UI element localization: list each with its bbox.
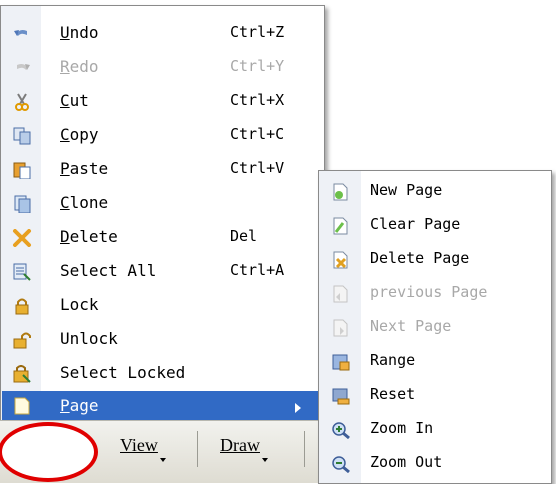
paste-rest: aste [69, 159, 109, 178]
menu-item-label: Redo [60, 57, 99, 76]
menu-item-clone[interactable]: Clone [2, 187, 323, 221]
menu-item-label: Copy [60, 125, 99, 144]
draw-menu-button[interactable]: Draw [220, 435, 268, 465]
previous-page-icon [333, 285, 348, 303]
undo-icon [14, 30, 27, 36]
clone-rest: lone [69, 193, 109, 212]
shortcut-label: Ctrl+V [230, 159, 285, 177]
reset-icon [332, 388, 350, 405]
shortcut-label: Ctrl+Z [230, 23, 285, 41]
submenu-item-next-page[interactable]: Next Page [320, 311, 550, 345]
select-locked-icon [13, 365, 31, 383]
menu-item-delete[interactable]: Delete Del [2, 221, 323, 255]
menu-item-label: Lock [60, 295, 99, 314]
menu-item-label: Undo [60, 23, 99, 42]
submenu-item-label: Delete Page [370, 249, 470, 267]
redo-icon [17, 64, 30, 70]
popup-menu: Undo Ctrl+Z Redo Ctrl+Y Cut Ctrl+X Copy … [0, 5, 325, 422]
dropdown-arrow-icon [261, 458, 268, 462]
submenu-item-label: Zoom In [370, 419, 434, 437]
menu-item-label: Select Locked [60, 363, 186, 382]
delete-page-icon [333, 251, 348, 269]
copy-rest: opy [69, 125, 99, 144]
redo-rest: edo [69, 57, 99, 76]
submenu-item-label: Range [370, 351, 416, 369]
draw-label: Draw [220, 435, 260, 455]
clone-icon [14, 195, 31, 213]
zoom-in-icon [332, 422, 350, 439]
menu-item-label: Unlock [60, 329, 118, 348]
menu-item-unlock[interactable]: Unlock [2, 323, 323, 357]
range-icon [332, 354, 350, 371]
next-page-icon [333, 319, 348, 337]
cut-rest: ut [69, 91, 89, 110]
shortcut-label: Ctrl+A [230, 261, 285, 279]
submenu-item-delete-page[interactable]: Delete Page [320, 243, 550, 277]
menu-item-label: Clone [60, 193, 109, 212]
page-icon [14, 397, 30, 415]
submenu-item-label: previous Page [370, 283, 488, 301]
submenu-item-clear-page[interactable]: Clear Page [320, 209, 550, 243]
new-page-icon [333, 183, 348, 201]
menu-item-lock[interactable]: Lock [2, 289, 323, 323]
menu-item-cut[interactable]: Cut Ctrl+X [2, 85, 323, 119]
delete-rest: elete [69, 227, 118, 246]
menu-item-label: Select All [60, 261, 157, 280]
submenu-item-previous-page[interactable]: previous Page [320, 277, 550, 311]
menu-item-undo[interactable]: Undo Ctrl+Z [2, 17, 323, 51]
menu-item-select-all[interactable]: Select All Ctrl+A [2, 255, 323, 289]
unlock-icon [13, 332, 31, 349]
submenu-item-zoom-in[interactable]: Zoom In [320, 413, 550, 447]
submenu-item-reset[interactable]: Reset [320, 379, 550, 413]
shortcut-label: Ctrl+Y [230, 57, 285, 75]
clear-page-icon [333, 217, 348, 235]
menu-item-label: Page [60, 396, 99, 415]
view-label: View [120, 435, 158, 455]
submenu-arrow-icon [295, 403, 301, 413]
shortcut-label: Ctrl+X [230, 91, 285, 109]
page-submenu: New Page Clear Page Delete Page previous… [318, 170, 552, 484]
menu-item-label: Paste [60, 159, 109, 178]
submenu-item-zoom-out[interactable]: Zoom Out [320, 447, 550, 481]
copy-icon [13, 127, 31, 145]
menu-item-label: Cut [60, 91, 89, 110]
toolbar-separator [304, 431, 305, 467]
submenu-item-range[interactable]: Range [320, 345, 550, 379]
shortcut-label: Ctrl+C [230, 125, 285, 143]
delete-icon [13, 229, 31, 247]
menu-item-page[interactable]: Page [2, 391, 323, 421]
menu-item-redo[interactable]: Redo Ctrl+Y [2, 51, 323, 85]
submenu-item-label: New Page [370, 181, 443, 199]
cut-icon [15, 93, 29, 111]
menu-item-select-locked[interactable]: Select Locked [2, 357, 323, 391]
menu-item-paste[interactable]: Paste Ctrl+V [2, 153, 323, 187]
zoom-out-icon [332, 456, 350, 473]
menu-item-label: Delete [60, 227, 118, 246]
paste-icon [13, 162, 31, 179]
submenu-item-label: Clear Page [370, 215, 461, 233]
undo-rest: ndo [69, 23, 99, 42]
submenu-item-label: Next Page [370, 317, 452, 335]
page-rest: age [69, 396, 99, 415]
menu-item-copy[interactable]: Copy Ctrl+C [2, 119, 323, 153]
submenu-item-new-page[interactable]: New Page [320, 175, 550, 209]
select-all-icon [13, 263, 31, 281]
submenu-item-label: Zoom Out [370, 453, 443, 471]
toolbar-separator [197, 431, 198, 467]
dropdown-arrow-icon [159, 458, 166, 462]
submenu-item-label: Reset [370, 385, 416, 403]
annotation-circle [0, 422, 98, 482]
lock-icon [15, 298, 29, 315]
shortcut-label: Del [230, 227, 258, 245]
view-menu-button[interactable]: View [120, 435, 166, 465]
